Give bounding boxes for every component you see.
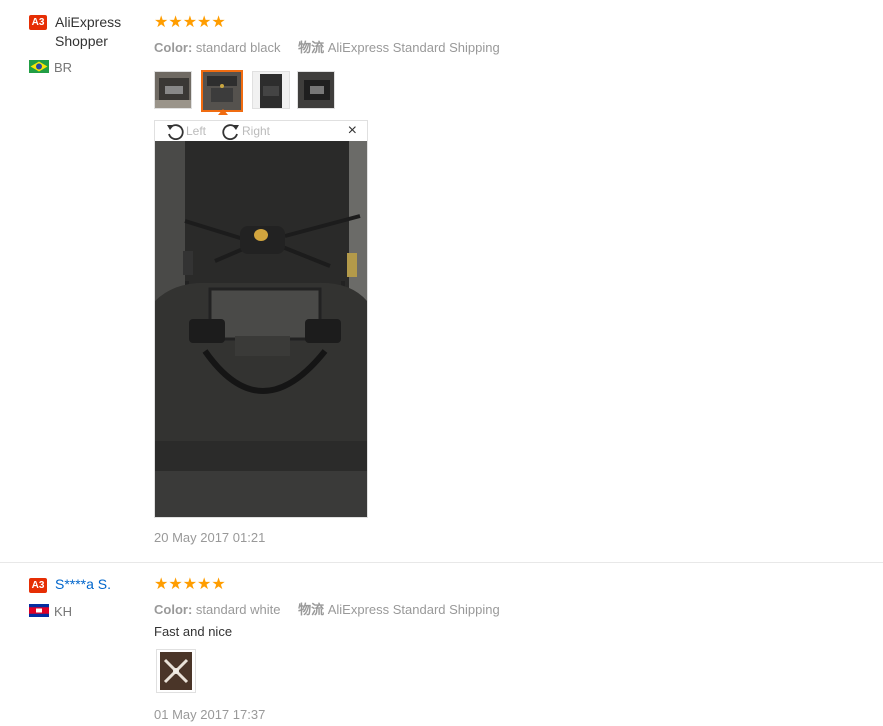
review-date: 20 May 2017 01:21	[154, 530, 266, 545]
review-date: 01 May 2017 17:37	[154, 707, 266, 722]
photo-thumbnail[interactable]	[156, 649, 196, 693]
rotate-left-icon	[167, 124, 184, 140]
review-item: A3 S****a S. KH ★★★★★ Color: standard wh…	[0, 563, 883, 726]
rotate-right-icon	[222, 124, 239, 140]
country-code: BR	[54, 60, 73, 75]
review-item: A3 AliExpress Shopper BR ★★★★★ Color: st…	[0, 0, 883, 563]
star-rating: ★★★★★	[154, 576, 226, 593]
photo-thumbnail[interactable]	[297, 71, 335, 109]
color-value: standard white	[195, 602, 281, 617]
cambodia-flag-icon	[29, 604, 49, 617]
shipping-value: AliExpress Standard Shipping	[327, 40, 500, 55]
photo-thumbnail[interactable]	[154, 71, 192, 109]
color-label: Color:	[154, 602, 193, 617]
review-photo	[155, 141, 367, 517]
star-rating: ★★★★★	[154, 14, 226, 31]
close-viewer-button[interactable]: ×	[348, 121, 357, 141]
reviewer-name-link[interactable]: S****a S.	[55, 575, 111, 594]
color-label: Color:	[154, 40, 193, 55]
photo-viewer-toolbar: Left Right ×	[155, 121, 367, 141]
reviewer-name: AliExpress Shopper	[55, 14, 122, 49]
shipping-value: AliExpress Standard Shipping	[327, 602, 500, 617]
photo-thumbnail[interactable]	[252, 71, 290, 109]
rotate-left-label: Left	[186, 124, 207, 138]
rotate-left-button[interactable]: Left	[165, 122, 206, 140]
product-attributes: Color: standard white 物流 AliExpress Stan…	[154, 599, 500, 618]
photo-viewer: Left Right ×	[154, 120, 368, 518]
selected-thumbnail-pointer	[218, 109, 228, 115]
shipping-label: 物流	[298, 40, 325, 55]
rotate-right-button[interactable]: Right	[221, 122, 270, 140]
shipping-label: 物流	[298, 602, 325, 617]
buyer-level-badge: A3	[29, 15, 47, 30]
review-comment: Fast and nice	[154, 624, 233, 639]
brazil-flag-icon	[29, 60, 49, 73]
color-value: standard black	[195, 40, 281, 55]
country-code: KH	[54, 604, 73, 619]
buyer-level-badge: A3	[29, 578, 47, 593]
photo-thumbnail-selected[interactable]	[201, 70, 243, 112]
rotate-right-label: Right	[242, 124, 271, 138]
product-attributes: Color: standard black 物流 AliExpress Stan…	[154, 37, 500, 56]
